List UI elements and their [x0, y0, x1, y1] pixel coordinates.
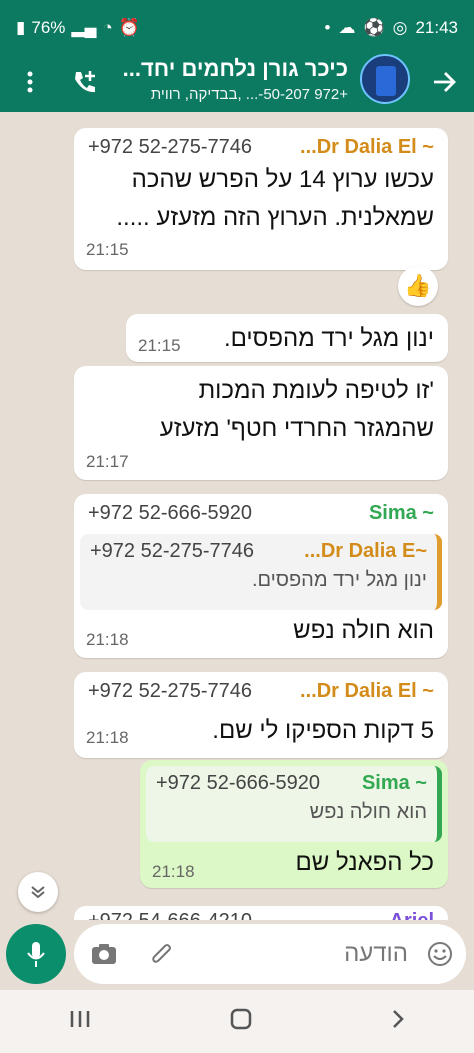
sender-phone[interactable]: +972 52-666-5920	[88, 502, 252, 525]
message-sender: ~ Sima +972 52-666-5920	[74, 494, 448, 525]
clock-time: 21:43	[415, 18, 458, 37]
camera-icon[interactable]	[88, 938, 120, 970]
message-time: 21:18	[152, 862, 195, 881]
sender-name[interactable]: ~ Dr Dalia El...	[300, 136, 434, 159]
message-bubble-partial[interactable]: Ariel +972 54-666-4210	[74, 906, 448, 920]
quoted-message[interactable]: ~Dr Dalia E... +972 52-275-7746 ינון מגל…	[80, 534, 442, 610]
message-text: הוא חולה נפש	[293, 617, 434, 644]
message-text: 'זו לטיפה לעומת המכות שהמגזר החרדי חטף' …	[74, 366, 448, 448]
sender-phone[interactable]: +972 52-275-7746	[88, 136, 252, 159]
sender-phone[interactable]: +972 52-275-7746	[88, 680, 252, 703]
alarm-icon: ⏰	[118, 18, 140, 37]
status-bar: ▮ 76% ▂▄ ◔ ⏰ • ☁ ⚽ ◎ 21:43	[0, 0, 474, 56]
message-line: שמאלנית. הערוץ הזה מזעזע .....	[116, 204, 434, 231]
emoji-icon[interactable]	[424, 938, 456, 970]
group-name: כיכר גורן נלחמים יחד...	[122, 56, 348, 81]
scroll-down-button[interactable]	[18, 872, 58, 912]
message-line: שהמגזר החרדי חטף' מזעזע	[159, 415, 434, 442]
battery-icon: ▮	[16, 18, 26, 37]
sender-name[interactable]: ~ Sima	[369, 502, 434, 525]
status-right: • ☁ ⚽ ◎ 21:43	[324, 18, 458, 38]
group-members: +972 50-207-... ,בבדיקה, רווית	[150, 86, 348, 103]
message-bubble[interactable]: ~ Sima +972 52-666-5920 ~Dr Dalia E... +…	[74, 494, 448, 658]
status-left: ▮ 76% ▂▄ ◔ ⏰	[16, 18, 140, 38]
wifi-icon: ◔	[102, 18, 113, 37]
whatsapp-icon: ◎	[392, 18, 408, 37]
group-avatar[interactable]	[360, 54, 410, 104]
chat-area[interactable]: ~ Dr Dalia El... +972 52-275-7746 עכשו ע…	[0, 112, 474, 920]
message-time: 21:17	[86, 452, 129, 471]
message-time: 21:15	[138, 336, 181, 355]
ball-icon: ⚽	[363, 18, 385, 37]
more-options-icon[interactable]	[10, 62, 50, 102]
quote-sender-phone: +972 52-275-7746	[90, 540, 255, 562]
quote-sender-name: ~Dr Dalia E...	[304, 540, 427, 562]
message-sender: ~ Dr Dalia El... +972 52-275-7746	[74, 128, 448, 159]
system-nav-bar	[0, 990, 474, 1053]
add-call-icon[interactable]	[64, 62, 104, 102]
attach-icon[interactable]	[146, 938, 178, 970]
chat-titles[interactable]: כיכר גורן נלחמים יחד... +972 50-207-... …	[118, 56, 348, 103]
quote-text: הוא חולה נפש	[309, 801, 427, 823]
mic-button[interactable]	[6, 924, 66, 984]
chat-header: כיכר גורן נלחמים יחד... +972 50-207-... …	[0, 54, 474, 112]
message-text: עכשו ערוץ 14 על הפרש שהכה שמאלנית. הערוץ…	[74, 161, 448, 237]
message-time: 21:18	[86, 630, 129, 649]
back-icon[interactable]	[391, 1008, 405, 1035]
signal-icon: ▂▄	[71, 18, 97, 37]
sender-name[interactable]: ~ Dr Dalia El...	[300, 680, 434, 703]
quote-text: ינון מגל ירד מהפסים.	[251, 569, 427, 591]
battery-level: 76%	[31, 18, 66, 37]
quoted-message[interactable]: ~ Sima +972 52-666-5920 הוא חולה נפש	[146, 766, 442, 842]
quote-sender-phone: +972 52-666-5920	[156, 772, 321, 794]
thumbs-up-reaction[interactable]: 👍	[398, 266, 438, 306]
quote-sender: ~Dr Dalia E... +972 52-275-7746	[90, 540, 427, 563]
home-icon[interactable]	[229, 1007, 253, 1036]
recent-apps-icon[interactable]	[69, 1009, 91, 1034]
message-line: 'זו לטיפה לעומת המכות	[198, 377, 434, 404]
cloud-icon: ☁	[338, 18, 356, 37]
back-arrow-icon[interactable]	[424, 62, 464, 102]
message-bubble[interactable]: ~ Dr Dalia El... +972 52-275-7746 עכשו ע…	[74, 128, 448, 270]
sender-name[interactable]: Ariel	[390, 910, 434, 920]
sender-phone[interactable]: +972 54-666-4210	[88, 910, 252, 920]
message-sender: ~ Dr Dalia El... +972 52-275-7746	[74, 672, 448, 703]
message-line: עכשו ערוץ 14 על הפרש שהכה	[131, 166, 434, 193]
message-input[interactable]: הודעה	[74, 924, 466, 984]
dot-icon: •	[324, 18, 331, 37]
message-time: 21:18	[86, 728, 129, 747]
message-bubble[interactable]: ~ Dr Dalia El... +972 52-275-7746 5 דקות…	[74, 672, 448, 758]
message-time: 21:15	[86, 240, 129, 259]
message-placeholder: הודעה	[344, 940, 408, 967]
message-bubble[interactable]: 'זו לטיפה לעומת המכות שהמגזר החרדי חטף' …	[74, 366, 448, 480]
message-bubble-outgoing[interactable]: ~ Sima +972 52-666-5920 הוא חולה נפש כל …	[140, 760, 448, 888]
quote-sender: ~ Sima +972 52-666-5920	[156, 772, 427, 795]
message-bubble[interactable]: ינון מגל ירד מהפסים. 21:15	[126, 314, 448, 362]
message-text: כל הפאנל שם	[295, 849, 434, 876]
message-text: 5 דקות הספיקו לי שם.	[212, 717, 434, 744]
quote-sender-name: ~ Sima	[361, 772, 427, 794]
message-sender: Ariel +972 54-666-4210	[74, 906, 448, 920]
